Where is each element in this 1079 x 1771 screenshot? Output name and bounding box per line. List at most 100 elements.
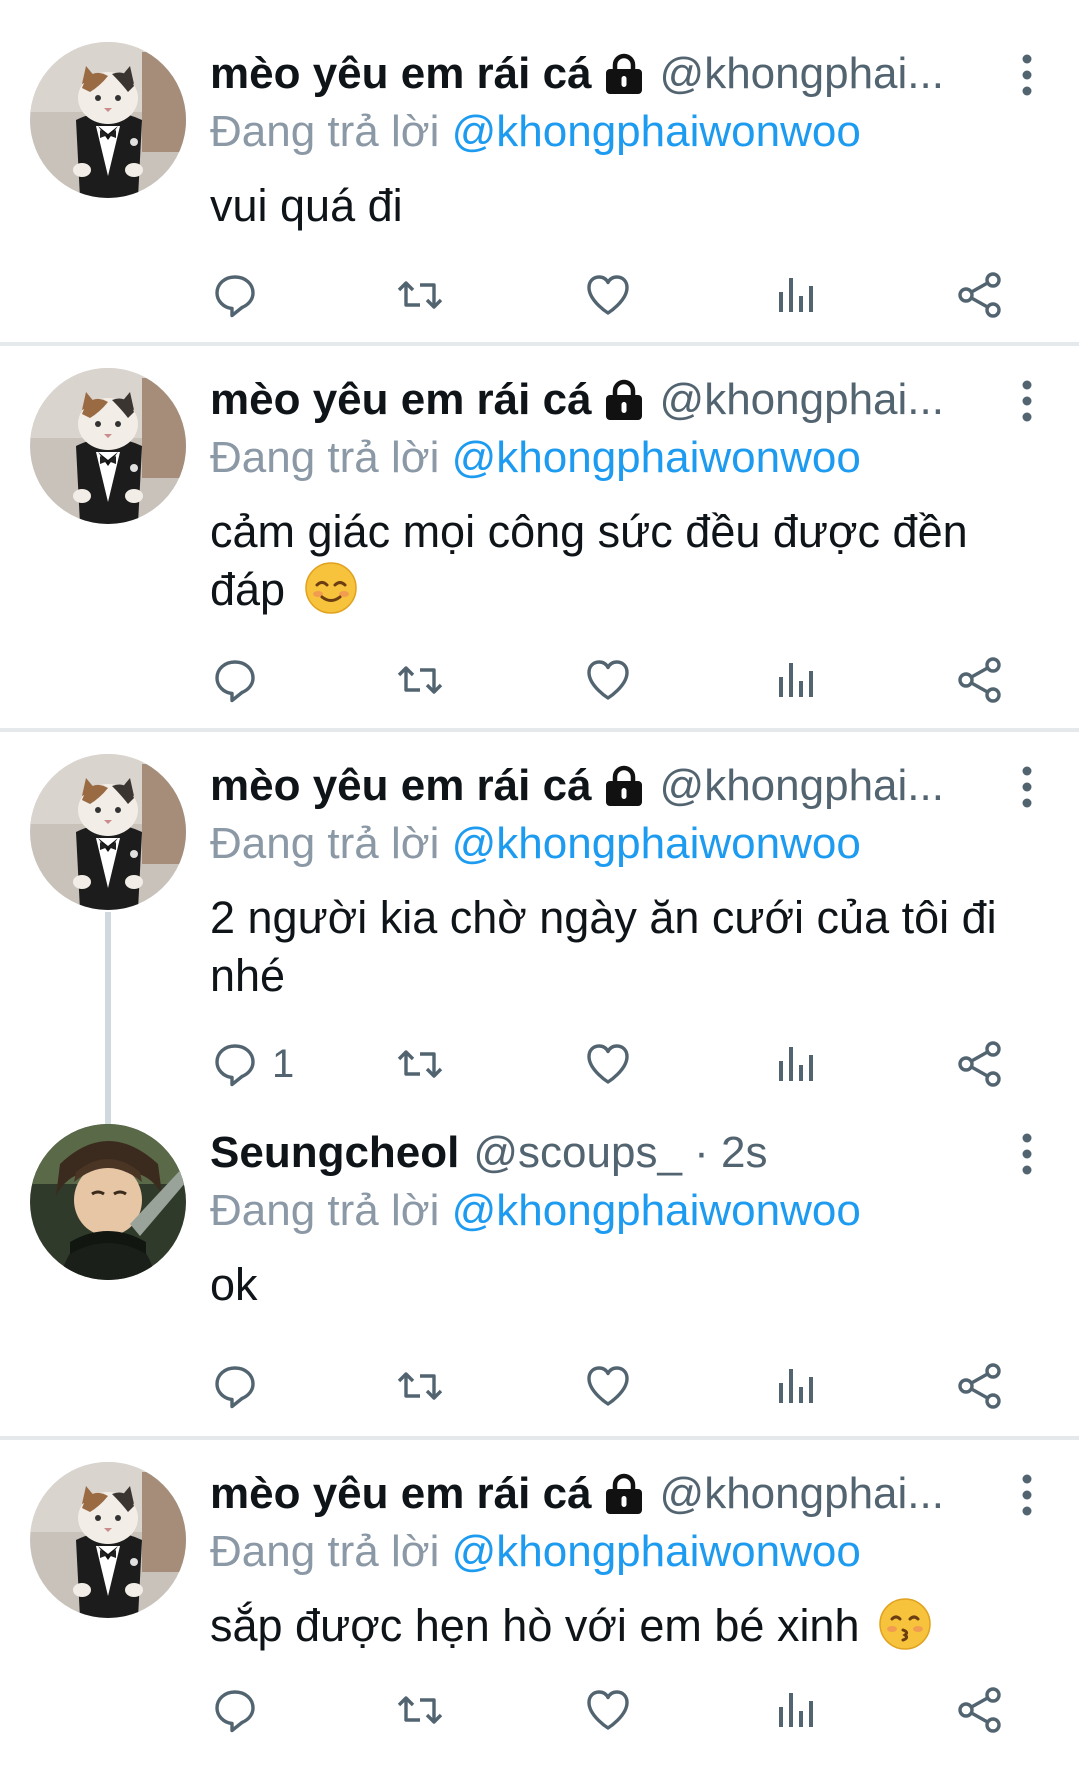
action-bar [210, 1356, 1019, 1416]
cat-avatar-icon [30, 754, 186, 910]
avatar[interactable] [30, 1462, 186, 1618]
like-button[interactable] [583, 1356, 633, 1416]
display-name[interactable]: Seungcheol [210, 1124, 459, 1182]
bar-chart-icon [770, 1039, 820, 1089]
like-button[interactable] [583, 1680, 633, 1740]
action-bar [210, 650, 1019, 710]
more-options-icon[interactable] [1015, 50, 1039, 100]
views-button[interactable] [770, 1680, 820, 1740]
more-options-icon[interactable] [1015, 376, 1039, 426]
reply-icon [210, 655, 260, 705]
share-button[interactable] [955, 1356, 1005, 1416]
avatar[interactable] [30, 754, 186, 910]
user-handle[interactable]: @khongphai... [660, 757, 944, 815]
retweet-icon [395, 1039, 445, 1089]
reply-button[interactable] [210, 1356, 272, 1416]
views-button[interactable] [770, 1034, 820, 1094]
reply-mention-link[interactable]: @khongphaiwonwoo [452, 1186, 861, 1235]
display-name[interactable]: mèo yêu em rái cá [210, 371, 592, 429]
person-avatar-icon [30, 1124, 186, 1280]
retweet-icon [395, 1361, 445, 1411]
bar-chart-icon [770, 1361, 820, 1411]
heart-icon [583, 1361, 633, 1411]
tweet-text: 2 người kia chờ ngày ăn cưới của tôi đi … [210, 892, 997, 1001]
reply-button[interactable]: 1 [210, 1034, 294, 1094]
tweet[interactable]: mèo yêu em rái cá @khongphai... Đang trả… [0, 1440, 1079, 1771]
user-handle[interactable]: @scoups_ · 2s [473, 1124, 767, 1182]
tweet[interactable]: Seungcheol @scoups_ · 2s Đang trả lời @k… [0, 1114, 1079, 1440]
bar-chart-icon [770, 655, 820, 705]
reply-context: Đang trả lời @khongphaiwonwoo [210, 1182, 1019, 1240]
reply-prefix: Đang trả lời [210, 1527, 440, 1576]
avatar[interactable] [30, 42, 186, 198]
reply-icon [210, 1685, 260, 1735]
views-button[interactable] [770, 265, 820, 325]
retweet-button[interactable] [395, 650, 445, 710]
tweet[interactable]: mèo yêu em rái cá @khongphai... Đang trả… [0, 0, 1079, 346]
lock-icon [602, 52, 646, 96]
reply-mention-link[interactable]: @khongphaiwonwoo [452, 1527, 861, 1576]
views-button[interactable] [770, 1356, 820, 1416]
reply-button[interactable] [210, 650, 272, 710]
more-options-icon[interactable] [1015, 762, 1039, 812]
avatar[interactable] [30, 1124, 186, 1280]
reply-mention-link[interactable]: @khongphaiwonwoo [452, 433, 861, 482]
share-button[interactable] [955, 650, 1005, 710]
action-bar [210, 1680, 1019, 1740]
reply-button[interactable] [210, 1680, 272, 1740]
smiling-face-emoji-icon [304, 561, 358, 615]
tweet-text: sắp được hẹn hò với em bé xinh [210, 1600, 860, 1651]
retweet-button[interactable] [395, 1680, 445, 1740]
reply-mention-link[interactable]: @khongphaiwonwoo [452, 107, 861, 156]
bar-chart-icon [770, 270, 820, 320]
tweet[interactable]: mèo yêu em rái cá @khongphai... Đang trả… [0, 346, 1079, 732]
views-button[interactable] [770, 650, 820, 710]
reply-icon [210, 1361, 260, 1411]
like-button[interactable] [583, 650, 633, 710]
share-button[interactable] [955, 265, 1005, 325]
reply-mention-link[interactable]: @khongphaiwonwoo [452, 819, 861, 868]
share-icon [955, 1685, 1005, 1735]
reply-context: Đang trả lời @khongphaiwonwoo [210, 103, 1019, 161]
retweet-icon [395, 1685, 445, 1735]
reply-prefix: Đang trả lời [210, 819, 440, 868]
tweet[interactable]: mèo yêu em rái cá @khongphai... Đang trả… [0, 732, 1079, 1114]
share-button[interactable] [955, 1680, 1005, 1740]
display-name[interactable]: mèo yêu em rái cá [210, 757, 592, 815]
retweet-icon [395, 655, 445, 705]
user-handle[interactable]: @khongphai... [660, 371, 944, 429]
more-options-icon[interactable] [1015, 1129, 1039, 1179]
user-handle[interactable]: @khongphai... [660, 1465, 944, 1523]
retweet-button[interactable] [395, 265, 445, 325]
share-button[interactable] [955, 1034, 1005, 1094]
lock-icon [602, 764, 646, 808]
action-bar: 1 [210, 1034, 1019, 1094]
bar-chart-icon [770, 1685, 820, 1735]
share-icon [955, 1361, 1005, 1411]
retweet-button[interactable] [395, 1356, 445, 1416]
reply-button[interactable] [210, 265, 272, 325]
retweet-button[interactable] [395, 1034, 445, 1094]
display-name[interactable]: mèo yêu em rái cá [210, 45, 592, 103]
user-handle[interactable]: @khongphai... [660, 45, 944, 103]
avatar[interactable] [30, 368, 186, 524]
share-icon [955, 655, 1005, 705]
heart-icon [583, 270, 633, 320]
tweet-text: vui quá đi [210, 180, 403, 231]
action-bar [210, 265, 1019, 325]
reply-icon [210, 1039, 260, 1089]
heart-icon [583, 1685, 633, 1735]
lock-icon [602, 1472, 646, 1516]
reply-count: 1 [272, 1041, 295, 1086]
display-name[interactable]: mèo yêu em rái cá [210, 1465, 592, 1523]
like-button[interactable] [583, 1034, 633, 1094]
reply-icon [210, 270, 260, 320]
cat-avatar-icon [30, 42, 186, 198]
heart-icon [583, 655, 633, 705]
thread-connector [105, 912, 111, 1114]
reply-prefix: Đang trả lời [210, 433, 440, 482]
like-button[interactable] [583, 265, 633, 325]
more-options-icon[interactable] [1015, 1470, 1039, 1520]
retweet-icon [395, 270, 445, 320]
share-icon [955, 1039, 1005, 1089]
